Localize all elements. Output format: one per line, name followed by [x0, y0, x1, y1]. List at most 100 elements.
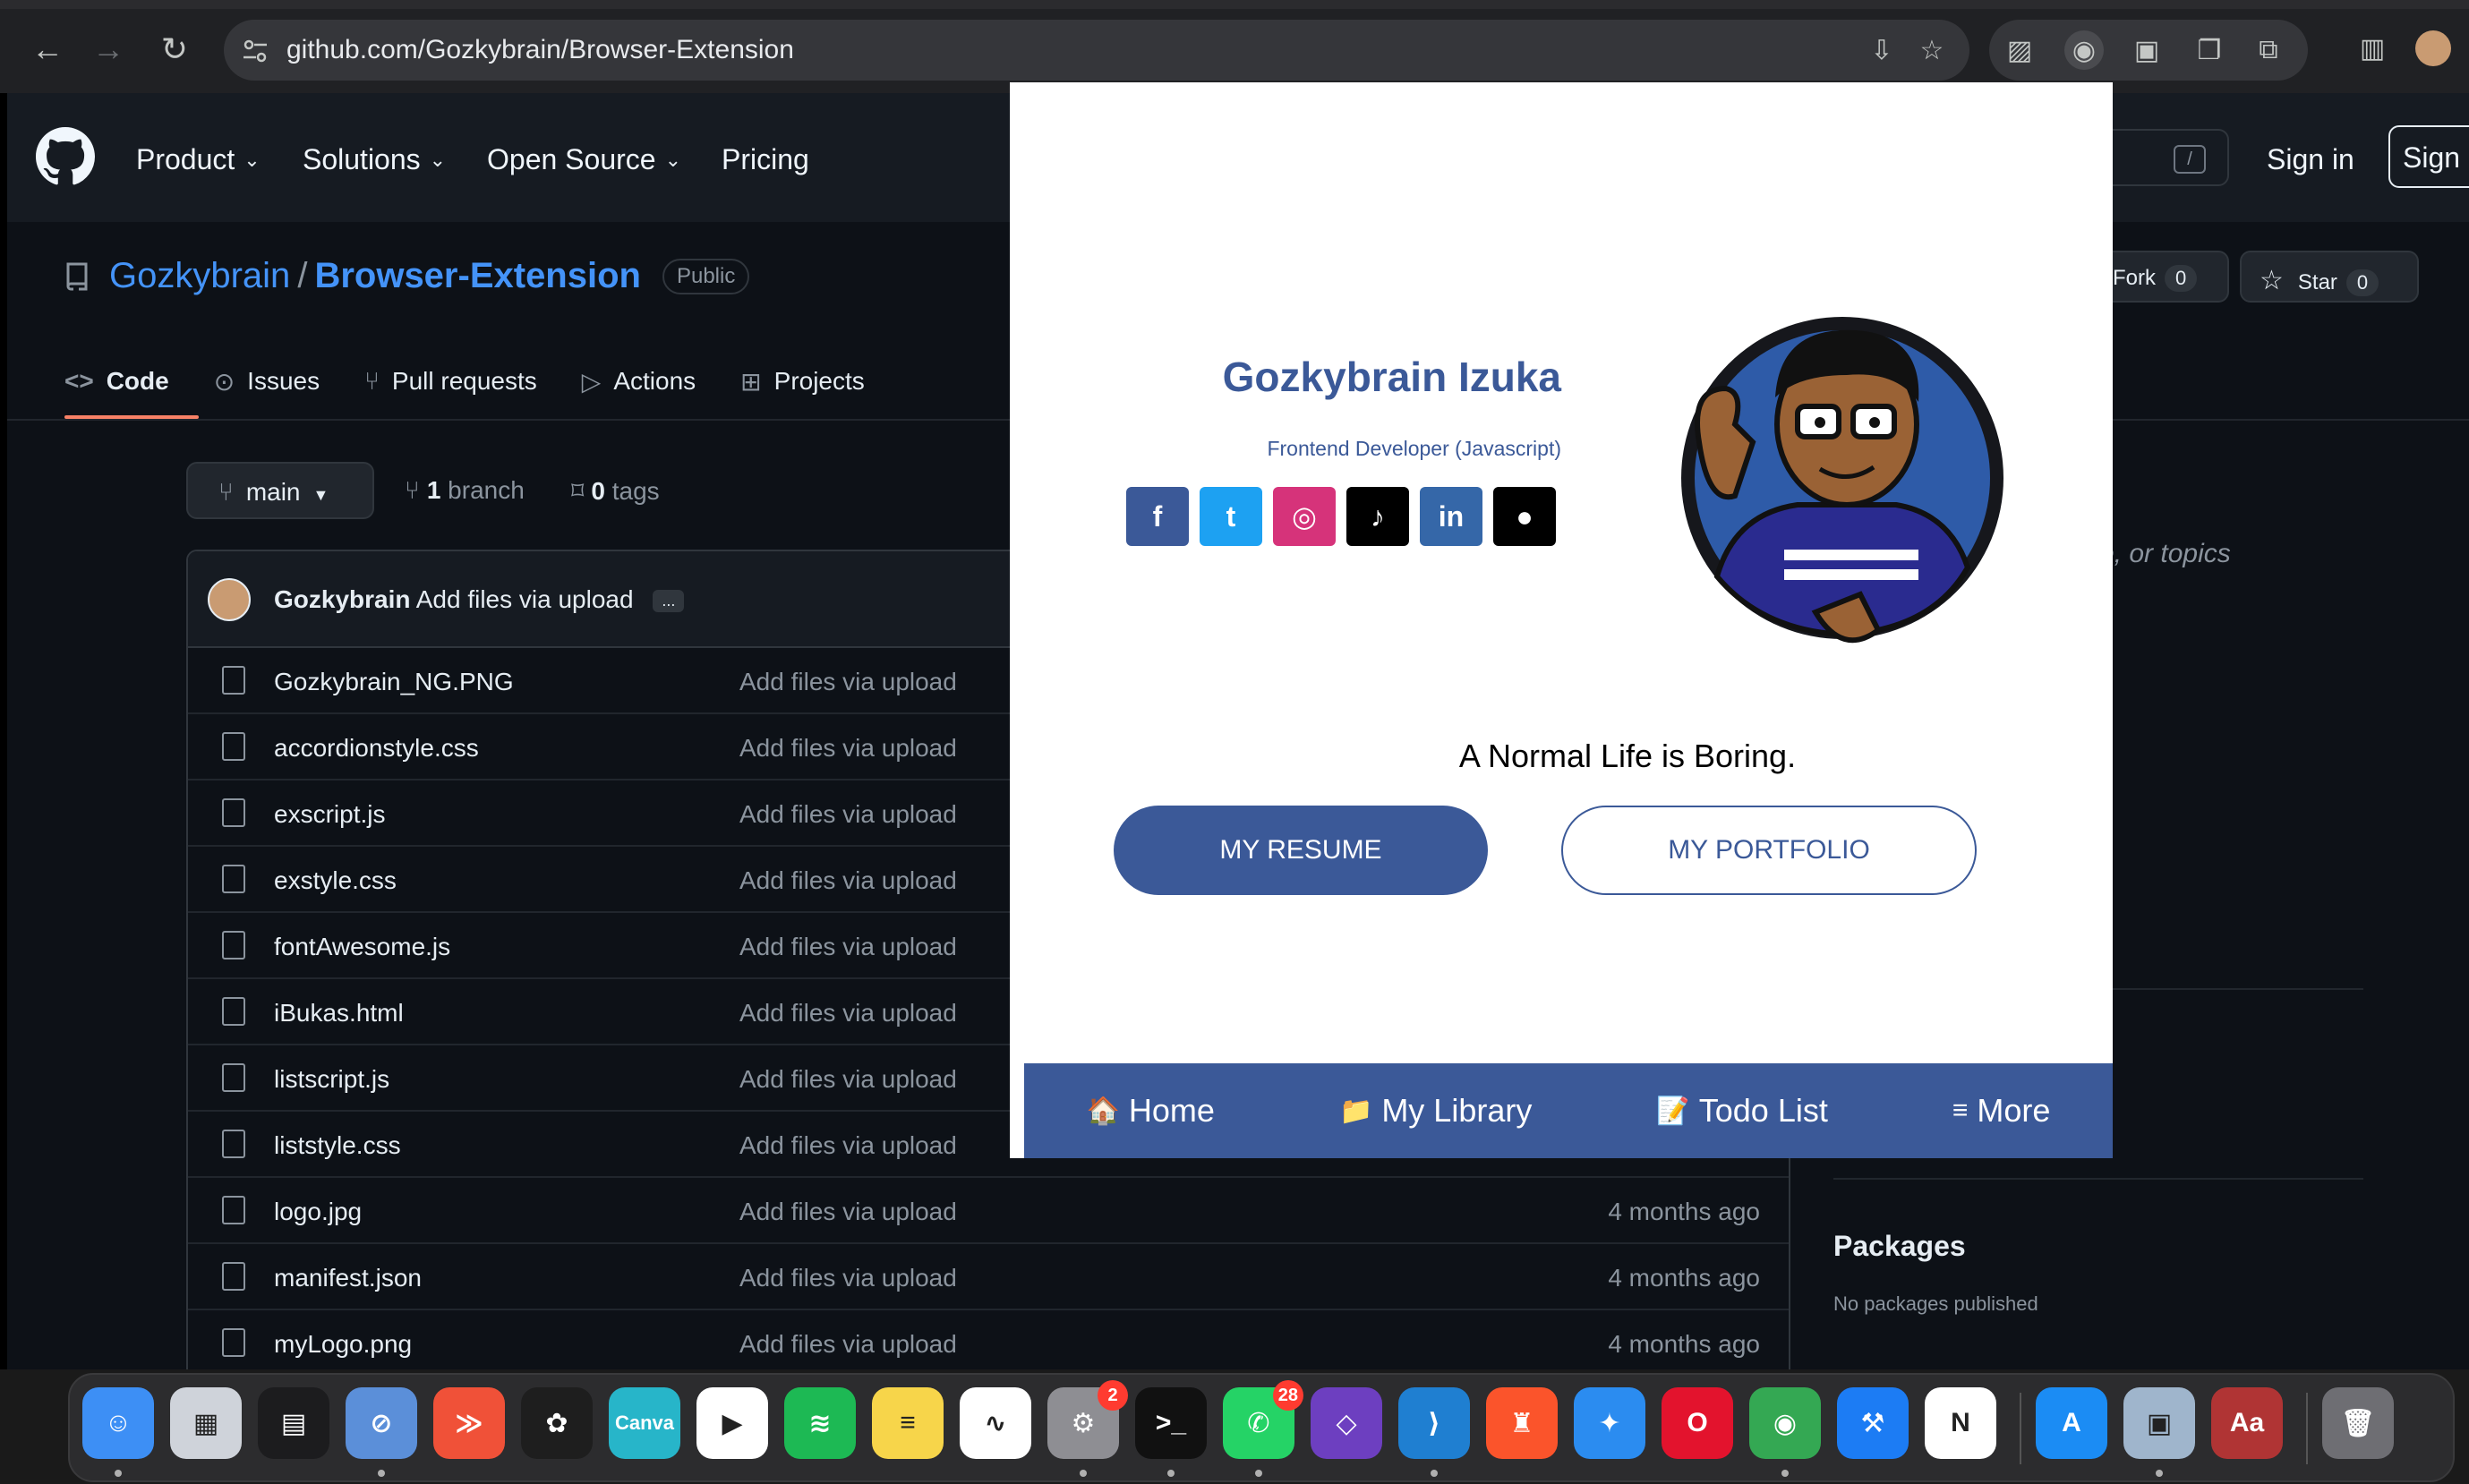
profile-extension-icon[interactable]: ◉ — [2064, 30, 2104, 70]
tiktok-icon[interactable]: ♪ — [1346, 487, 1409, 546]
dark-extension-icon[interactable]: ▣ — [2127, 30, 2166, 70]
repo-name-link[interactable]: Browser-Extension — [314, 256, 641, 296]
dock-app-infuse[interactable]: ▶ — [696, 1387, 768, 1459]
url-text[interactable]: github.com/Gozkybrain/Browser-Extension — [286, 35, 794, 65]
commit-message-link[interactable]: Add files via upload — [739, 1330, 957, 1359]
dock-app-spotify[interactable]: ≋ — [784, 1387, 856, 1459]
twitter-icon[interactable]: t — [1200, 487, 1262, 546]
nav-pricing[interactable]: Pricing — [722, 143, 809, 176]
dock-app-app-store[interactable]: A — [2036, 1387, 2107, 1459]
facebook-icon[interactable]: f — [1126, 487, 1189, 546]
tags-link[interactable]: ⌑ 0 tags — [571, 476, 660, 506]
address-bar[interactable]: github.com/Gozkybrain/Browser-Extension … — [224, 20, 1969, 81]
nav-my-library[interactable]: 📁 My Library — [1339, 1092, 1532, 1130]
sign-up-button[interactable]: Sign u — [2388, 125, 2469, 188]
github-icon[interactable]: ● — [1493, 487, 1556, 546]
dock-app-safari-nightly[interactable]: ⊘ — [346, 1387, 417, 1459]
avatar[interactable] — [208, 578, 251, 621]
commit-message-link[interactable]: Add files via upload — [739, 1198, 957, 1226]
tab-projects[interactable]: ⊞ Projects — [740, 358, 865, 405]
bookmark-star-icon[interactable]: ☆ — [1912, 30, 1952, 70]
dock-app-whatsapp[interactable]: ✆ 28 — [1223, 1380, 1303, 1459]
profile-avatar[interactable] — [2415, 30, 2451, 66]
dock-app-visual-studio[interactable]: ◇ — [1311, 1387, 1382, 1459]
branches-link[interactable]: ⑂ 1 branch — [405, 476, 525, 505]
commit-message[interactable]: Add files via upload — [416, 585, 634, 613]
dock-app-terminal[interactable]: >_ — [1135, 1387, 1207, 1459]
dock-app-canva[interactable]: Canva — [609, 1387, 680, 1459]
file-name-link[interactable]: exscript.js — [274, 800, 385, 829]
nav-home[interactable]: 🏠 Home — [1087, 1092, 1215, 1130]
star-button[interactable]: ☆ Star 0 — [2240, 251, 2419, 303]
copy-extension-icon[interactable]: ❐ — [2190, 30, 2229, 70]
dock-app-swift[interactable]: ≫ — [433, 1387, 505, 1459]
file-name-link[interactable]: iBukas.html — [274, 999, 404, 1028]
dock-app-notion[interactable]: N — [1925, 1387, 1996, 1459]
github-logo-icon[interactable] — [36, 127, 95, 186]
tab-actions[interactable]: ▷ Actions — [582, 358, 696, 405]
dock-app-dictionary[interactable]: Aa — [2211, 1387, 2283, 1459]
site-settings-icon[interactable] — [240, 36, 270, 66]
install-app-icon[interactable]: ⇩ — [1862, 30, 1901, 70]
commit-message-link[interactable]: Add files via upload — [739, 800, 957, 829]
commit-message-link[interactable]: Add files via upload — [739, 866, 957, 895]
file-name-link[interactable]: Gozkybrain_NG.PNG — [274, 668, 514, 696]
repo-owner-link[interactable]: Gozkybrain — [109, 256, 290, 296]
dock-app-chrome[interactable]: ◉ — [1749, 1387, 1821, 1459]
nav-product[interactable]: Product ⌄ — [136, 143, 261, 176]
dock-app-freeform[interactable]: ∿ — [960, 1387, 1031, 1459]
dock-app-trash[interactable]: 🗑 — [2322, 1387, 2394, 1459]
dock-app-preview[interactable]: ▣ — [2123, 1387, 2195, 1459]
side-panel-icon[interactable]: ▥ — [2353, 29, 2392, 68]
commit-message-link[interactable]: Add files via upload — [739, 1264, 957, 1292]
resume-button[interactable]: MY RESUME — [1114, 806, 1488, 895]
dock-app-system-settings[interactable]: ⚙ 2 — [1047, 1380, 1128, 1459]
fork-button[interactable]: Fork 0 — [2093, 251, 2229, 303]
dock-app-launchpad[interactable]: ▦ — [170, 1387, 242, 1459]
dock-app-finder[interactable]: ☺ — [82, 1387, 154, 1459]
commit-expand-button[interactable]: ... — [653, 590, 685, 613]
nav-more[interactable]: ≡ More — [1952, 1092, 2051, 1130]
reload-icon[interactable]: ↻ — [152, 27, 197, 72]
portfolio-button[interactable]: MY PORTFOLIO — [1561, 806, 1977, 895]
file-name-link[interactable]: manifest.json — [274, 1264, 422, 1292]
file-name-link[interactable]: myLogo.png — [274, 1330, 412, 1359]
dock-app-vs-code[interactable]: ⟩ — [1398, 1387, 1470, 1459]
commit-message-link[interactable]: Add files via upload — [739, 1131, 957, 1160]
file-icon — [222, 666, 245, 695]
file-name-link[interactable]: accordionstyle.css — [274, 734, 479, 763]
file-name-link[interactable]: fontAwesome.js — [274, 933, 450, 961]
instagram-icon[interactable]: ◎ — [1273, 487, 1336, 546]
commit-message-link[interactable]: Add files via upload — [739, 933, 957, 961]
extensions-puzzle-icon[interactable]: ⧉ — [2249, 30, 2288, 70]
nav-todo-list[interactable]: 📝 Todo List — [1656, 1092, 1827, 1130]
commit-author[interactable]: Gozkybrain — [274, 585, 410, 613]
sign-in-link[interactable]: Sign in — [2267, 143, 2354, 176]
dock-app-safari[interactable]: ✦ — [1574, 1387, 1645, 1459]
image-extension-icon[interactable]: ▨ — [2000, 30, 2039, 70]
dock-app-notes[interactable]: ≡ — [872, 1387, 944, 1459]
file-name-link[interactable]: liststyle.css — [274, 1131, 401, 1160]
tab-pull-requests[interactable]: ⑂ Pull requests — [364, 358, 537, 405]
file-name-link[interactable]: logo.jpg — [274, 1198, 362, 1226]
dock-app-xcode[interactable]: ⚒ — [1837, 1387, 1909, 1459]
nav-open-source[interactable]: Open Source ⌄ — [487, 143, 681, 176]
dock-app-opera[interactable]: O — [1662, 1387, 1733, 1459]
back-arrow-icon[interactable]: ← — [25, 27, 70, 72]
nav-solutions[interactable]: Solutions ⌄ — [303, 143, 446, 176]
packages-heading[interactable]: Packages — [1833, 1230, 1966, 1263]
forward-arrow-icon[interactable]: → — [86, 27, 131, 72]
file-name-link[interactable]: listscript.js — [274, 1065, 389, 1094]
dock-app-brave[interactable]: ♜ — [1486, 1387, 1558, 1459]
branch-select[interactable]: ⑂ main ▼ — [186, 462, 374, 519]
commit-message-link[interactable]: Add files via upload — [739, 999, 957, 1028]
commit-message-link[interactable]: Add files via upload — [739, 668, 957, 696]
commit-message-link[interactable]: Add files via upload — [739, 734, 957, 763]
linkedin-icon[interactable]: in — [1420, 487, 1482, 546]
dock-app-figma[interactable]: ✿ — [521, 1387, 593, 1459]
tab-code[interactable]: <> Code — [64, 358, 169, 405]
dock-app-mission-control[interactable]: ▤ — [258, 1387, 329, 1459]
file-name-link[interactable]: exstyle.css — [274, 866, 397, 895]
tab-issues[interactable]: ⊙ Issues — [214, 358, 320, 405]
commit-message-link[interactable]: Add files via upload — [739, 1065, 957, 1094]
